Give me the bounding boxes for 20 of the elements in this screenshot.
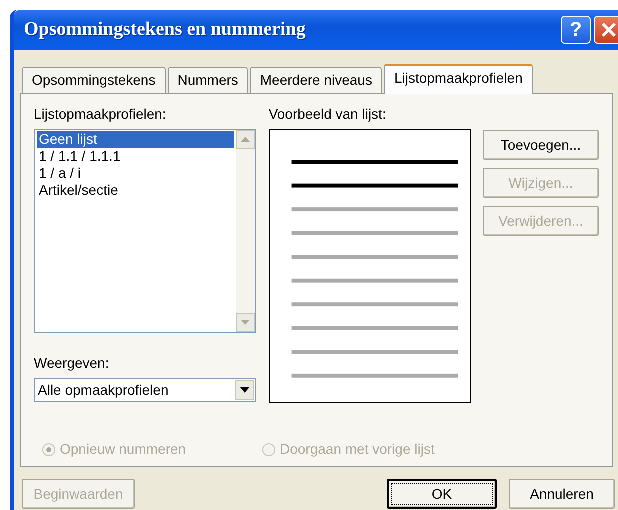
- dialog-button[interactable]: Annuleren: [509, 479, 615, 509]
- tab[interactable]: Meerdere niveaus: [250, 67, 382, 93]
- list-item[interactable]: 1 / a / i: [37, 165, 234, 182]
- show-dropdown[interactable]: Alle opmaakprofielen: [34, 378, 256, 402]
- tab[interactable]: Nummers: [168, 67, 248, 93]
- tab[interactable]: Opsommingstekens: [22, 67, 166, 93]
- preview-label: Voorbeeld van lijst:: [268, 105, 388, 124]
- style-listbox[interactable]: Geen lijst 1 / 1.1 / 1.1.1 1 / a / i Artikel/sectie: [34, 129, 256, 333]
- side-button[interactable]: Toevoegen...: [483, 130, 599, 160]
- list-item[interactable]: Artikel/sectie: [37, 182, 234, 199]
- dialog-button[interactable]: OK: [387, 479, 497, 509]
- radio-label: Opnieuw nummeren: [60, 440, 186, 459]
- tab[interactable]: Lijstopmaakprofielen: [384, 64, 533, 94]
- radio-label: Doorgaan met vorige lijst: [280, 440, 435, 459]
- show-label: Weergeven:: [34, 354, 110, 373]
- list-item[interactable]: Geen lijst: [37, 131, 234, 148]
- list-item[interactable]: 1 / 1.1 / 1.1.1: [37, 148, 234, 165]
- window-title: Opsommingstekens en nummering: [24, 18, 306, 42]
- help-button[interactable]: ?: [561, 16, 591, 44]
- list-label: Lijstopmaakprofielen:: [34, 105, 168, 124]
